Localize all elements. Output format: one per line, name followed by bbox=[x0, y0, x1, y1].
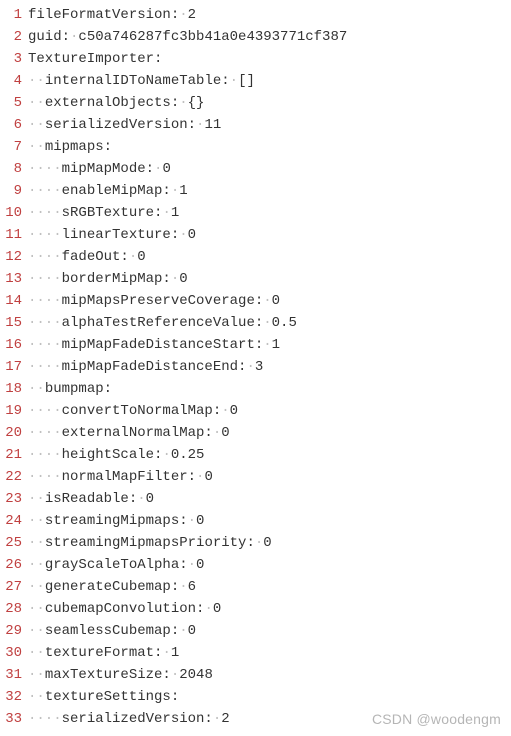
line-number: 22 bbox=[0, 466, 28, 488]
code-line: 9····enableMipMap:·1 bbox=[0, 180, 511, 202]
line-number: 25 bbox=[0, 532, 28, 554]
line-number: 10 bbox=[0, 202, 28, 224]
line-number: 1 bbox=[0, 4, 28, 26]
line-number: 11 bbox=[0, 224, 28, 246]
line-text: ··internalIDToNameTable:·[] bbox=[28, 70, 255, 92]
line-number: 30 bbox=[0, 642, 28, 664]
line-text: ··cubemapConvolution:·0 bbox=[28, 598, 221, 620]
code-line: 11····linearTexture:·0 bbox=[0, 224, 511, 246]
line-text: ····normalMapFilter:·0 bbox=[28, 466, 213, 488]
code-line: 6··serializedVersion:·11 bbox=[0, 114, 511, 136]
line-number: 23 bbox=[0, 488, 28, 510]
code-line: 27··generateCubemap:·6 bbox=[0, 576, 511, 598]
line-number: 17 bbox=[0, 356, 28, 378]
line-text: ····heightScale:·0.25 bbox=[28, 444, 204, 466]
line-text: ··bumpmap: bbox=[28, 378, 112, 400]
line-number: 15 bbox=[0, 312, 28, 334]
code-line: 31··maxTextureSize:·2048 bbox=[0, 664, 511, 686]
code-line: 2guid:·c50a746287fc3bb41a0e4393771cf387 bbox=[0, 26, 511, 48]
line-number: 3 bbox=[0, 48, 28, 70]
line-text: ····borderMipMap:·0 bbox=[28, 268, 188, 290]
line-number: 16 bbox=[0, 334, 28, 356]
code-line: 17····mipMapFadeDistanceEnd:·3 bbox=[0, 356, 511, 378]
code-line: 21····heightScale:·0.25 bbox=[0, 444, 511, 466]
line-text: ··seamlessCubemap:·0 bbox=[28, 620, 196, 642]
code-line: 29··seamlessCubemap:·0 bbox=[0, 620, 511, 642]
code-line: 3TextureImporter: bbox=[0, 48, 511, 70]
code-line: 19····convertToNormalMap:·0 bbox=[0, 400, 511, 422]
line-text: ····sRGBTexture:·1 bbox=[28, 202, 179, 224]
line-number: 24 bbox=[0, 510, 28, 532]
line-text: ····enableMipMap:·1 bbox=[28, 180, 188, 202]
code-line: 15····alphaTestReferenceValue:·0.5 bbox=[0, 312, 511, 334]
line-text: ··mipmaps: bbox=[28, 136, 112, 158]
line-number: 5 bbox=[0, 92, 28, 114]
line-number: 9 bbox=[0, 180, 28, 202]
code-line: 8····mipMapMode:·0 bbox=[0, 158, 511, 180]
code-line: 7··mipmaps: bbox=[0, 136, 511, 158]
code-line: 1fileFormatVersion:·2 bbox=[0, 4, 511, 26]
line-number: 2 bbox=[0, 26, 28, 48]
line-text: ··streamingMipmapsPriority:·0 bbox=[28, 532, 272, 554]
code-block: 1fileFormatVersion:·22guid:·c50a746287fc… bbox=[0, 4, 511, 730]
line-text: ··textureFormat:·1 bbox=[28, 642, 179, 664]
line-number: 6 bbox=[0, 114, 28, 136]
code-line: 32··textureSettings: bbox=[0, 686, 511, 708]
line-text: guid:·c50a746287fc3bb41a0e4393771cf387 bbox=[28, 26, 347, 48]
code-line: 20····externalNormalMap:·0 bbox=[0, 422, 511, 444]
line-number: 27 bbox=[0, 576, 28, 598]
line-text: ····mipMapMode:·0 bbox=[28, 158, 171, 180]
line-text: ··maxTextureSize:·2048 bbox=[28, 664, 213, 686]
code-line: 30··textureFormat:·1 bbox=[0, 642, 511, 664]
line-number: 20 bbox=[0, 422, 28, 444]
line-text: ····fadeOut:·0 bbox=[28, 246, 146, 268]
line-number: 13 bbox=[0, 268, 28, 290]
code-line: 5··externalObjects:·{} bbox=[0, 92, 511, 114]
line-text: ··grayScaleToAlpha:·0 bbox=[28, 554, 204, 576]
code-line: 14····mipMapsPreserveCoverage:·0 bbox=[0, 290, 511, 312]
line-number: 19 bbox=[0, 400, 28, 422]
line-text: ····externalNormalMap:·0 bbox=[28, 422, 230, 444]
line-number: 8 bbox=[0, 158, 28, 180]
line-text: ··textureSettings: bbox=[28, 686, 179, 708]
line-number: 14 bbox=[0, 290, 28, 312]
code-line: 10····sRGBTexture:·1 bbox=[0, 202, 511, 224]
line-number: 32 bbox=[0, 686, 28, 708]
line-number: 12 bbox=[0, 246, 28, 268]
code-line: 18··bumpmap: bbox=[0, 378, 511, 400]
code-line: 28··cubemapConvolution:·0 bbox=[0, 598, 511, 620]
line-number: 28 bbox=[0, 598, 28, 620]
code-line: 16····mipMapFadeDistanceStart:·1 bbox=[0, 334, 511, 356]
line-number: 26 bbox=[0, 554, 28, 576]
line-text: ····linearTexture:·0 bbox=[28, 224, 196, 246]
line-number: 21 bbox=[0, 444, 28, 466]
line-number: 31 bbox=[0, 664, 28, 686]
code-line: 25··streamingMipmapsPriority:·0 bbox=[0, 532, 511, 554]
code-line: 23··isReadable:·0 bbox=[0, 488, 511, 510]
line-text: ··serializedVersion:·11 bbox=[28, 114, 221, 136]
code-line: 26··grayScaleToAlpha:·0 bbox=[0, 554, 511, 576]
line-text: ····mipMapsPreserveCoverage:·0 bbox=[28, 290, 280, 312]
line-text: ··externalObjects:·{} bbox=[28, 92, 204, 114]
line-number: 18 bbox=[0, 378, 28, 400]
code-line: 22····normalMapFilter:·0 bbox=[0, 466, 511, 488]
line-text: ····convertToNormalMap:·0 bbox=[28, 400, 238, 422]
line-number: 29 bbox=[0, 620, 28, 642]
code-line: 12····fadeOut:·0 bbox=[0, 246, 511, 268]
line-text: ··streamingMipmaps:·0 bbox=[28, 510, 204, 532]
line-text: ··generateCubemap:·6 bbox=[28, 576, 196, 598]
code-line: 4··internalIDToNameTable:·[] bbox=[0, 70, 511, 92]
line-number: 7 bbox=[0, 136, 28, 158]
line-text: fileFormatVersion:·2 bbox=[28, 4, 196, 26]
line-text: TextureImporter: bbox=[28, 48, 162, 70]
code-line: 13····borderMipMap:·0 bbox=[0, 268, 511, 290]
line-text: ··isReadable:·0 bbox=[28, 488, 154, 510]
line-number: 4 bbox=[0, 70, 28, 92]
line-text: ····mipMapFadeDistanceEnd:·3 bbox=[28, 356, 263, 378]
line-text: ····mipMapFadeDistanceStart:·1 bbox=[28, 334, 280, 356]
line-text: ····alphaTestReferenceValue:·0.5 bbox=[28, 312, 297, 334]
code-line: 24··streamingMipmaps:·0 bbox=[0, 510, 511, 532]
